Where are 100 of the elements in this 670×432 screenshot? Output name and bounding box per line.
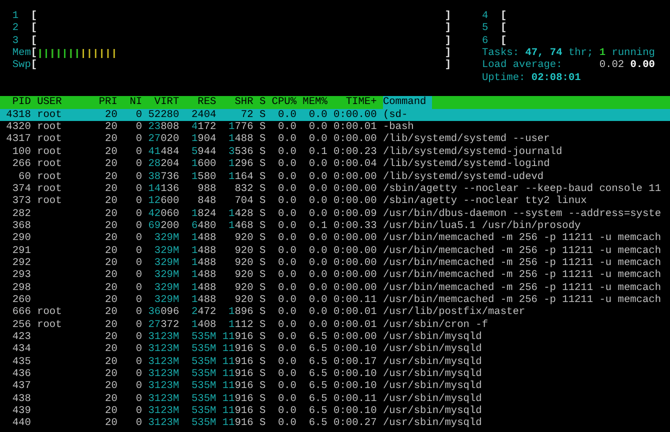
- process-row[interactable]: 438 20 0 3123M 535M 11916 S 0.0 6.5 0:00.11 /usr/sbin/mysqld: [0, 392, 670, 406]
- table-cell: 3123M: [148, 392, 180, 406]
- process-row[interactable]: 435 20 0 3123M 535M 11916 S 0.0 6.5 0:00.17 /usr/sbin/mysqld: [0, 356, 670, 368]
- process-row[interactable]: 256 root 20 0 27372 1408 1112 S 0.0 0.0 0:00.01 /usr/sbin/cron -f: [0, 318, 670, 331]
- table-cell: /usr/sbin/mysqld: [382, 356, 482, 368]
- table-cell: 11916: [222, 356, 254, 368]
- table-cell-text: 329M: [153, 232, 180, 245]
- process-row[interactable]: 374 root 20 0 14136 988 832 S 0.0 0.0 0:00.00 /sbin/agetty --noclear --keep-baud console 11: [0, 182, 670, 196]
- table-cell: 3123M: [148, 343, 180, 356]
- table-cell-text: 0: [134, 121, 142, 134]
- process-row[interactable]: 440 20 0 3123M 535M 11916 S 0.0 6.5 0:00.27 /usr/sbin/mysqld: [0, 417, 670, 430]
- process-row[interactable]: 260 20 0 329M 1488 920 S 0.0 0.0 0:00.11 /usr/bin/memcached -m 256 -p 11211 -u memcach: [0, 294, 670, 306]
- table-cell-text: 988: [196, 182, 216, 196]
- column-header[interactable]: MEM%: [302, 96, 328, 109]
- column-header[interactable]: PID: [0, 96, 31, 109]
- column-header[interactable]: Command: [382, 96, 432, 109]
- table-cell-text: 20: [104, 306, 118, 319]
- meter-label: 3: [12, 34, 20, 48]
- table-cell-text: 0.0: [308, 121, 328, 134]
- meter-bracket: ]: [444, 22, 452, 35]
- column-header[interactable]: S: [259, 96, 266, 109]
- table-cell-text: 20: [104, 146, 118, 158]
- table-cell: /sbin/agetty --noclear --keep-baud console 11: [382, 182, 662, 196]
- column-header[interactable]: PRI: [98, 96, 118, 109]
- process-row[interactable]: 368 20 0 69200 6480 1468 S 0.0 0.1 0:00.33 /usr/bin/lua5.1 /usr/bin/prosody: [0, 220, 670, 232]
- column-header[interactable]: VIRT: [148, 96, 180, 109]
- table-cell: S: [259, 170, 266, 183]
- column-header[interactable]: TIME+: [334, 96, 377, 109]
- table-cell: 0:00.00: [334, 256, 377, 270]
- table-cell-text: 0.0: [276, 269, 296, 282]
- table-cell-text: 440: [11, 417, 31, 430]
- table-cell-text: 0.0: [276, 392, 296, 406]
- table-cell-text: 920: [234, 256, 254, 270]
- table-cell-text: 434: [11, 343, 31, 356]
- table-cell-text: 1164: [228, 170, 254, 183]
- table-cell-text: 0.0: [276, 417, 296, 430]
- table-cell: 41484: [148, 146, 180, 158]
- process-row[interactable]: 423 20 0 3123M 535M 11916 S 0.0 6.5 0:00.00 /usr/sbin/mysqld: [0, 330, 670, 344]
- process-row[interactable]: 282 20 0 42060 1824 1428 S 0.0 0.0 0:00.09 /usr/bin/dbus-daemon --system --address=syste: [0, 208, 670, 220]
- table-cell-text: 0.0: [308, 133, 328, 146]
- process-row[interactable]: 298 20 0 329M 1488 920 S 0.0 0.0 0:00.00 /usr/bin/memcached -m 256 -p 11211 -u memcach: [0, 282, 670, 294]
- table-cell-text: 0.0: [308, 170, 328, 183]
- table-cell-text: 20: [104, 158, 118, 170]
- process-row[interactable]: 666 root 20 0 36096 2472 1896 S 0.0 0.0 0:00.01 /usr/lib/postfix/master: [0, 306, 670, 319]
- process-row[interactable]: 434 20 0 3123M 535M 11916 S 0.0 6.5 0:00.10 /usr/sbin/mysqld: [0, 343, 670, 356]
- process-row[interactable]: 293 20 0 329M 1488 920 S 0.0 0.0 0:00.00 /usr/bin/memcached -m 256 -p 11211 -u memcach: [0, 269, 670, 282]
- process-row[interactable]: 291 20 0 329M 1488 920 S 0.0 0.0 0:00.00 /usr/bin/memcached -m 256 -p 11211 -u memcach: [0, 244, 670, 257]
- table-cell-text: 0: [134, 330, 142, 344]
- process-row[interactable]: 290 20 0 329M 1488 920 S 0.0 0.0 0:00.00 /usr/bin/memcached -m 256 -p 11211 -u memcach: [0, 232, 670, 245]
- column-header[interactable]: RES: [185, 96, 216, 109]
- table-cell-text: 5944: [190, 146, 216, 158]
- table-cell: 11916: [222, 368, 254, 380]
- table-cell: 0:00.11: [334, 294, 377, 306]
- summary-value: 0.00: [630, 59, 655, 72]
- table-cell: /usr/sbin/cron -f: [382, 318, 488, 331]
- table-cell-text: 535M: [190, 417, 216, 430]
- table-cell-text: 535M: [190, 356, 216, 368]
- table-cell-text: 0: [134, 368, 142, 380]
- process-row[interactable]: 4320 root 20 0 23808 4172 1776 S 0.0 0.0 0:00.01 -bash: [0, 121, 670, 134]
- table-cell-text: 0: [134, 232, 142, 245]
- process-row[interactable]: 439 20 0 3123M 535M 11916 S 0.0 6.5 0:00.10 /usr/sbin/mysqld: [0, 405, 670, 418]
- table-cell-text: 266: [11, 158, 31, 170]
- table-cell: S: [259, 256, 266, 270]
- table-cell: 42060: [148, 208, 180, 220]
- process-row[interactable]: 436 20 0 3123M 535M 11916 S 0.0 6.5 0:00.10 /usr/sbin/mysqld: [0, 368, 670, 380]
- process-row[interactable]: 60 root 20 0 38736 1580 1164 S 0.0 0.0 0:00.00 /lib/systemd/systemd-udevd: [0, 170, 670, 183]
- process-row[interactable]: 437 20 0 3123M 535M 11916 S 0.0 6.5 0:00.10 /usr/sbin/mysqld: [0, 380, 670, 393]
- process-row[interactable]: 266 root 20 0 28204 1600 1296 S 0.0 0.0 0:00.04 /lib/systemd/systemd-logind: [0, 158, 670, 170]
- table-cell: 0:00.04: [334, 158, 377, 170]
- table-cell-text: 0.0: [276, 108, 296, 122]
- table-cell-text: 4317: [5, 133, 31, 146]
- table-cell-text: 0: [134, 170, 142, 183]
- table-cell: /usr/bin/memcached -m 256 -p 11211 -u memcach: [382, 282, 662, 294]
- table-cell: 0:00.00: [334, 133, 377, 146]
- process-row[interactable]: 292 20 0 329M 1488 920 S 0.0 0.0 0:00.00 /usr/bin/memcached -m 256 -p 11211 -u memcach: [0, 256, 670, 270]
- table-cell-text: 0: [134, 108, 142, 122]
- table-cell: /usr/bin/memcached -m 256 -p 11211 -u memcach: [382, 244, 662, 257]
- process-row[interactable]: 373 root 20 0 12600 848 704 S 0.0 0.0 0:00.00 /sbin/agetty --noclear tty2 linux: [0, 195, 670, 208]
- process-row[interactable]: 4317 root 20 0 27020 1904 1488 S 0.0 0.0 0:00.00 /lib/systemd/systemd --user: [0, 133, 670, 146]
- table-cell-text: 20: [104, 256, 118, 270]
- process-row[interactable]: 100 root 20 0 41484 5944 3536 S 0.0 0.1 0:00.23 /lib/systemd/systemd-journald: [0, 146, 670, 158]
- table-cell: S: [259, 306, 266, 319]
- column-header[interactable]: NI: [124, 96, 142, 109]
- table-cell-text: 6480: [190, 220, 216, 232]
- table-cell-text: 0: [134, 220, 142, 232]
- table-cell: 0:00.00: [334, 282, 377, 294]
- table-cell: 0:00.00: [334, 330, 377, 344]
- column-header[interactable]: SHR: [222, 96, 254, 109]
- table-cell-text: 20: [104, 282, 118, 294]
- column-header[interactable]: USER: [37, 96, 93, 109]
- meter-bracket: ]: [444, 47, 452, 60]
- table-cell-text: 20: [104, 269, 118, 282]
- table-cell-text: 20: [104, 208, 118, 220]
- table-cell-text: 6.5: [308, 392, 328, 406]
- table-cell: 0:00.01: [334, 121, 377, 134]
- process-row[interactable]: 4318 root 20 0 52280 2404 72 S 0.0 0.0 0:00.00 (sd-: [0, 108, 670, 122]
- table-cell-text: 0.0: [276, 306, 296, 319]
- summary-label: running: [612, 47, 655, 60]
- table-cell-text: 0: [134, 405, 142, 418]
- column-header[interactable]: CPU%: [272, 96, 296, 109]
